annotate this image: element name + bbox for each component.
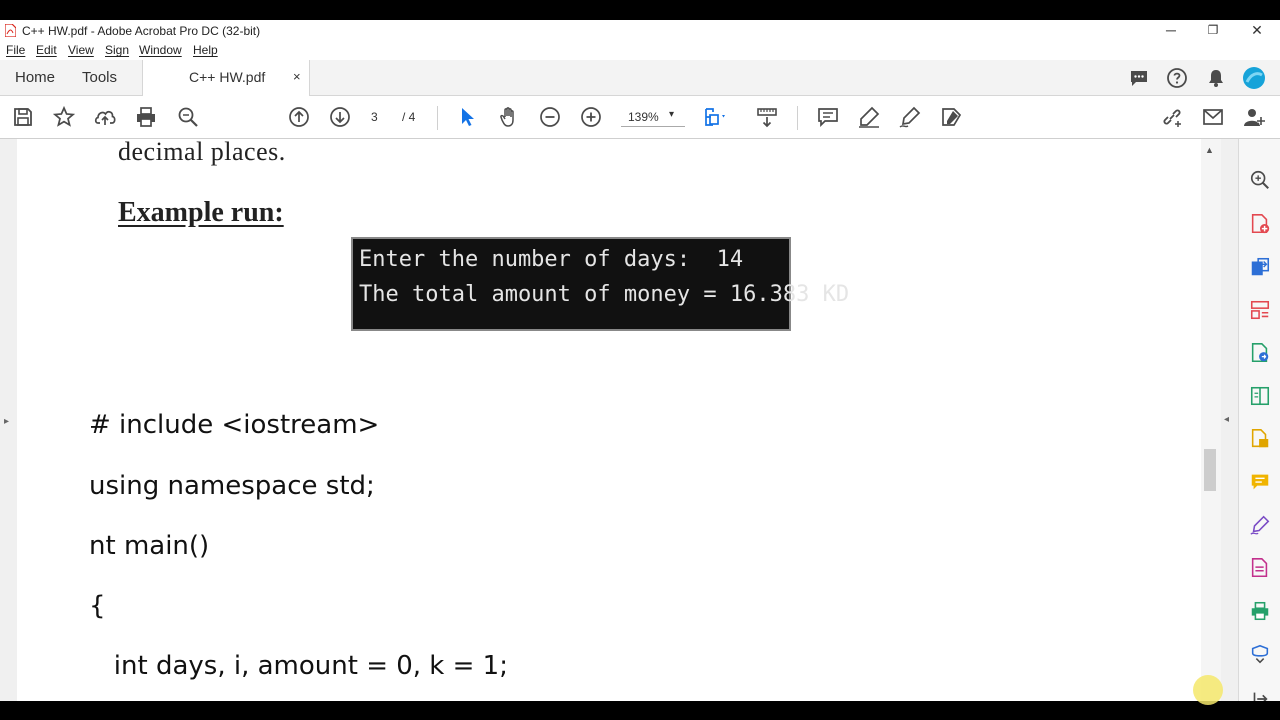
save-icon[interactable] xyxy=(11,105,35,129)
tab-document-label: C++ HW.pdf xyxy=(189,69,266,85)
menu-view[interactable]: View xyxy=(68,43,94,57)
find-zoom-icon[interactable] xyxy=(1249,169,1271,191)
code-line: # include <iostream> xyxy=(89,410,380,440)
fill-sign-icon[interactable] xyxy=(1249,514,1271,536)
document-viewport[interactable]: ▸ decimal places. Example run: Enter the… xyxy=(0,139,1238,701)
zoom-out-icon[interactable] xyxy=(538,105,562,129)
acrobat-window: C++ HW.pdf - Adobe Acrobat Pro DC (32-bi… xyxy=(0,20,1280,701)
example-heading: Example run: xyxy=(118,197,284,228)
comments-icon[interactable] xyxy=(1127,66,1151,90)
pdf-page: decimal places. Example run: Enter the n… xyxy=(17,139,1201,701)
upload-cloud-icon[interactable] xyxy=(93,105,117,129)
create-pdf-icon[interactable] xyxy=(1249,213,1271,235)
export-pdf-icon[interactable] xyxy=(1249,256,1271,278)
toolbar-divider xyxy=(797,106,798,130)
code-line: { xyxy=(89,591,106,621)
user-avatar-icon[interactable] xyxy=(1242,66,1266,90)
menu-sign[interactable]: Sign xyxy=(105,43,129,57)
mouse-cursor-highlight xyxy=(1193,675,1223,705)
page-number-input[interactable]: 3 xyxy=(371,110,378,124)
text-fragment: decimal places. xyxy=(118,139,286,166)
zoom-search-icon[interactable] xyxy=(176,105,200,129)
comment-tool-icon[interactable] xyxy=(1249,471,1271,493)
chevron-down-icon: ▾ xyxy=(669,109,675,120)
main-toolbar: 3 / 4 139% ▾ xyxy=(0,96,1280,139)
console-output-image: Enter the number of days: 14 The total a… xyxy=(351,237,849,331)
compare-files-icon[interactable] xyxy=(1249,385,1271,407)
share-link-icon[interactable] xyxy=(1160,105,1184,129)
page-total: / 4 xyxy=(402,110,416,124)
restore-button[interactable]: ❐ xyxy=(1192,20,1234,41)
edit-pdf-icon[interactable] xyxy=(940,105,964,129)
pdf-file-icon xyxy=(5,24,16,37)
print-production-icon[interactable] xyxy=(1249,600,1271,622)
comment-icon[interactable] xyxy=(816,105,840,129)
code-line: nt main() xyxy=(89,531,210,561)
tab-home[interactable]: Home xyxy=(15,69,55,86)
combine-files-icon[interactable] xyxy=(1249,428,1271,450)
sign-pen-icon[interactable] xyxy=(898,105,922,129)
notification-bell-icon[interactable] xyxy=(1204,66,1228,90)
organize-pages-icon[interactable] xyxy=(1249,299,1271,321)
print-icon[interactable] xyxy=(134,105,158,129)
edit-pdf-tool-icon[interactable] xyxy=(1249,342,1271,364)
close-window-button[interactable]: ✕ xyxy=(1236,20,1278,41)
tab-document[interactable]: C++ HW.pdf × xyxy=(142,60,310,96)
fit-page-icon[interactable] xyxy=(703,105,727,129)
code-line: int days, i, amount = 0, k = 1; xyxy=(89,651,508,681)
title-bar: C++ HW.pdf - Adobe Acrobat Pro DC (32-bi… xyxy=(0,20,1280,41)
scroll-up-icon[interactable]: ▲ xyxy=(1205,145,1214,155)
menu-bar: File Edit View Sign Window Help xyxy=(0,41,1280,60)
bookmark-star-icon[interactable] xyxy=(52,105,76,129)
help-icon[interactable] xyxy=(1165,66,1189,90)
protect-shield-icon[interactable] xyxy=(1249,643,1271,665)
previous-page-icon[interactable] xyxy=(287,105,311,129)
tab-tools[interactable]: Tools xyxy=(82,69,117,86)
scrollbar-thumb[interactable] xyxy=(1204,449,1216,491)
close-tab-icon[interactable]: × xyxy=(293,69,301,84)
menu-edit[interactable]: Edit xyxy=(36,43,57,57)
tab-bar: Home Tools C++ HW.pdf × xyxy=(0,60,1280,96)
menu-file[interactable]: File xyxy=(6,43,25,57)
right-panel-toggle-icon[interactable]: ◂ xyxy=(1224,414,1229,425)
menu-help[interactable]: Help xyxy=(193,43,218,57)
menu-window[interactable]: Window xyxy=(139,43,182,57)
zoom-level-value: 139% xyxy=(628,110,659,124)
scroll-mode-icon[interactable] xyxy=(755,105,779,129)
next-page-icon[interactable] xyxy=(328,105,352,129)
toolbar-divider xyxy=(437,106,438,130)
left-panel-toggle-icon[interactable]: ▸ xyxy=(4,416,9,427)
prepare-form-icon[interactable] xyxy=(1249,557,1271,579)
collapse-pane-icon[interactable] xyxy=(1249,688,1271,701)
zoom-level-dropdown[interactable]: 139% ▾ xyxy=(621,108,685,127)
select-cursor-icon[interactable] xyxy=(455,105,479,129)
minimize-button[interactable]: ─ xyxy=(1150,20,1192,41)
code-line: using namespace std; xyxy=(89,471,375,501)
highlight-pen-icon[interactable] xyxy=(857,105,881,129)
zoom-in-icon[interactable] xyxy=(579,105,603,129)
add-user-icon[interactable] xyxy=(1242,105,1266,129)
console-line: Enter the number of days: 14 xyxy=(359,247,744,272)
tools-pane xyxy=(1238,139,1280,701)
email-icon[interactable] xyxy=(1201,105,1225,129)
hand-tool-icon[interactable] xyxy=(497,105,521,129)
window-title: C++ HW.pdf - Adobe Acrobat Pro DC (32-bi… xyxy=(22,24,261,38)
console-line: The total amount of money = 16.383 KD xyxy=(359,282,850,307)
vertical-scrollbar[interactable]: ▲ xyxy=(1201,139,1221,701)
